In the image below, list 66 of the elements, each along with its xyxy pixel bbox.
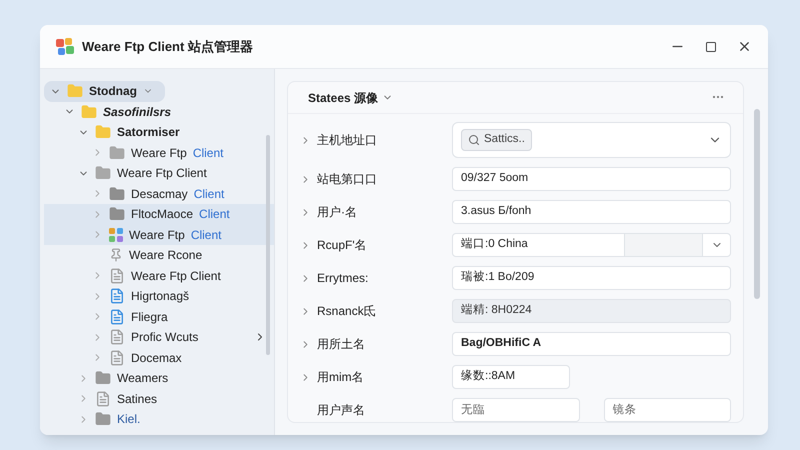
input-field[interactable]: 瑞被:1 Bo/209	[452, 266, 731, 290]
tree-item[interactable]: Profic Wcuts	[44, 327, 274, 348]
app-logo-icon	[56, 38, 74, 56]
tree-item[interactable]: FltocMaoce Client	[44, 204, 274, 224]
scrollbar[interactable]	[266, 135, 270, 355]
tree-item[interactable]: Weare Ftp Client	[44, 224, 274, 245]
tree-item[interactable]: Fliegra	[44, 306, 274, 327]
window-title: Weare Ftp Client 站点管理器	[82, 38, 253, 56]
item-label: FltocMaoce	[131, 206, 194, 224]
input-field[interactable]: 09/327 5oom	[452, 167, 731, 191]
item-label: Satormiser	[117, 124, 180, 142]
input-field[interactable]: 镜条	[604, 398, 731, 422]
more-icon[interactable]	[713, 96, 723, 99]
field-label: 用mim名	[317, 369, 364, 386]
item-label-accent: Client	[192, 144, 224, 162]
item-label: Weamers	[117, 370, 168, 388]
item-label: Weare Ftp Client	[117, 165, 207, 182]
field-label: 用所土名	[317, 336, 365, 353]
item-label: Stodnag	[89, 83, 137, 100]
tree-item[interactable]: Satormiser	[44, 122, 274, 142]
search-chip[interactable]: Sattics..	[461, 129, 532, 151]
item-label-accent: Client	[194, 186, 224, 203]
input-field[interactable]: 缘数::8AM	[452, 365, 570, 389]
field-label: 用户·名	[317, 204, 357, 221]
search-icon	[468, 134, 480, 146]
tree-item[interactable]: Weamers	[44, 368, 274, 388]
item-label: Sasofinilsrs	[103, 104, 172, 121]
field-label: 站电第口口	[317, 171, 377, 188]
item-label: Profic Wcuts	[131, 329, 198, 346]
field-label: 用户声名	[317, 402, 365, 419]
item-label: Kiel.	[117, 411, 140, 428]
combo-field[interactable]: Sattics..	[452, 122, 731, 158]
tree-item[interactable]: Weare Ftp Client	[44, 142, 274, 163]
tree-item[interactable]: Desacmay Client	[44, 184, 274, 204]
maximize-icon[interactable]	[705, 40, 717, 52]
field-label: Rsnanck氐	[317, 303, 376, 320]
item-label-accent: Client	[190, 226, 222, 244]
tree-item[interactable]: Weare Ftp Client	[44, 266, 274, 286]
item-label-accent: Client	[199, 206, 230, 224]
input-field[interactable]: 无臨	[452, 398, 580, 422]
input-field[interactable]: 3.asus Б/fonh	[452, 200, 731, 224]
item-label: Fliegra	[131, 308, 168, 326]
tree-item[interactable]: Docemax	[44, 348, 274, 368]
item-label: Satines	[117, 390, 158, 408]
close-icon[interactable]	[737, 39, 752, 54]
tree-item[interactable]: Sasofinilsrs	[44, 102, 274, 122]
item-label: Weare Ftp	[129, 226, 185, 244]
item-label: Docemax	[131, 350, 182, 367]
tree-item[interactable]: Satines	[44, 388, 274, 409]
item-label: Higrtonagš	[131, 288, 190, 306]
item-label: Weare Rcone	[129, 247, 202, 264]
tree-item[interactable]: Weare Rcone	[44, 245, 274, 266]
select-field[interactable]: 端口:0 China	[452, 233, 731, 257]
panel-title[interactable]: Statees 源像	[308, 88, 378, 106]
field-label: Errytmes:	[317, 270, 368, 287]
tree-item[interactable]: Weare Ftp Client	[44, 163, 274, 184]
tree-item[interactable]: Higrtonagš	[44, 286, 274, 306]
input-field[interactable]: Bag/OBHifiC A	[452, 332, 731, 356]
field-label: RcupF'名	[317, 237, 367, 254]
tree-item[interactable]: Stodnag	[44, 81, 165, 102]
item-label: Weare Ftp Client	[131, 268, 221, 285]
field-label: 主机地址口	[317, 132, 377, 149]
scrollbar[interactable]	[754, 109, 760, 299]
item-label: Weare Ftp	[131, 144, 187, 162]
item-label: Desacmay	[131, 186, 188, 203]
tree-item[interactable]: Kiel.	[44, 409, 274, 430]
